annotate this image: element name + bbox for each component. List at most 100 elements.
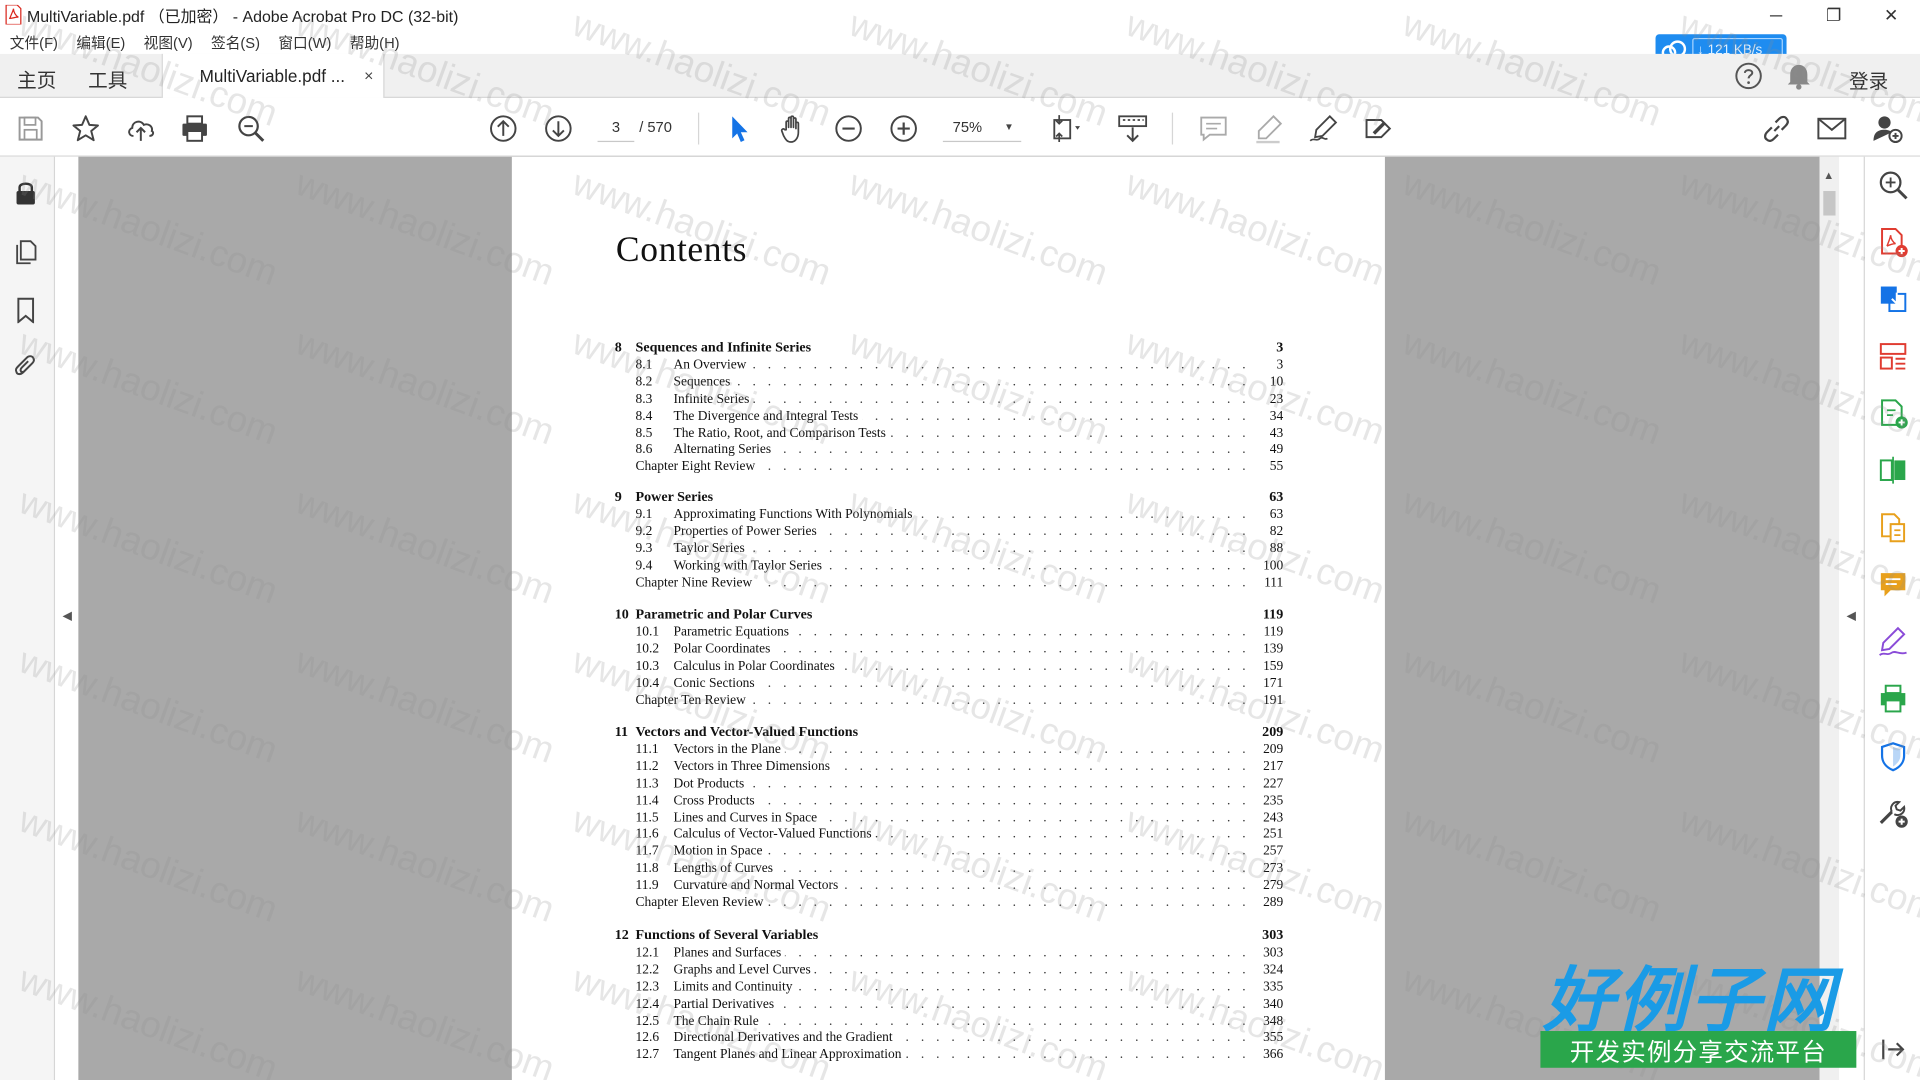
combine-files-icon[interactable]: [1877, 512, 1909, 544]
print-icon[interactable]: [179, 113, 211, 145]
more-tools-icon[interactable]: [1877, 797, 1909, 829]
toc-section-row[interactable]: . . . . . . . . . . . . . . . . . . . . …: [615, 374, 1284, 392]
zoom-in-icon[interactable]: [888, 113, 920, 145]
toc-section-row[interactable]: . . . . . . . . . . . . . . . . . . . . …: [615, 658, 1284, 676]
toc-section-row[interactable]: . . . . . . . . . . . . . . . . . . . . …: [615, 810, 1284, 827]
export-pdf-icon[interactable]: [1877, 283, 1909, 315]
fit-page-icon[interactable]: [1049, 113, 1081, 145]
menu-sign[interactable]: 签名(S): [211, 31, 260, 52]
minimize-button[interactable]: ─: [1747, 0, 1805, 29]
toc-section-row[interactable]: . . . . . . . . . . . . . . . . . . . . …: [615, 1047, 1284, 1064]
login-link[interactable]: 登录: [1849, 65, 1888, 94]
left-panel-toggle[interactable]: ◀: [55, 156, 79, 1080]
toc-section-row[interactable]: . . . . . . . . . . . . . . . . . . . . …: [615, 827, 1284, 844]
sign-pen-icon[interactable]: [1308, 113, 1340, 145]
comment-icon[interactable]: [1198, 113, 1230, 145]
next-page-icon[interactable]: [542, 113, 574, 145]
right-panel-toggle[interactable]: ◀: [1839, 156, 1864, 1080]
comment-tool-icon[interactable]: [1877, 569, 1909, 601]
toc-section-row[interactable]: . . . . . . . . . . . . . . . . . . . . …: [615, 776, 1284, 793]
scroll-mode-icon[interactable]: [1117, 113, 1149, 145]
toc-review-row[interactable]: . . . . . . . . . . . . . . . . . . . . …: [615, 459, 1284, 477]
menu-file[interactable]: 文件(F): [10, 31, 58, 52]
document-viewport[interactable]: Contents 8 Sequences and Infinite Series 3…: [78, 156, 1820, 1080]
toc-section-row[interactable]: . . . . . . . . . . . . . . . . . . . . …: [615, 641, 1284, 659]
add-user-icon[interactable]: [1871, 113, 1903, 145]
toc-section-row[interactable]: . . . . . . . . . . . . . . . . . . . . …: [615, 742, 1284, 759]
toc-section-row[interactable]: . . . . . . . . . . . . . . . . . . . . …: [615, 1030, 1284, 1047]
toc-section-row[interactable]: . . . . . . . . . . . . . . . . . . . . …: [615, 557, 1284, 575]
protect-shield-icon[interactable]: [1877, 741, 1909, 773]
create-pdf-icon[interactable]: [1877, 227, 1909, 259]
toc-chapter-heading[interactable]: 10 Parametric and Polar Curves 119: [615, 607, 1284, 624]
tab-document[interactable]: MultiVariable.pdf ... ×: [161, 53, 385, 98]
toc-chapter-heading[interactable]: 11 Vectors and Vector-Valued Functions 209: [615, 725, 1284, 742]
toc-review-row[interactable]: . . . . . . . . . . . . . . . . . . . . …: [615, 574, 1284, 592]
attachments-paperclip-icon[interactable]: [12, 353, 39, 380]
toc-section-row[interactable]: . . . . . . . . . . . . . . . . . . . . …: [615, 861, 1284, 878]
tab-tools[interactable]: 工具: [88, 64, 127, 93]
hand-tool-icon[interactable]: [778, 113, 810, 145]
toc-section-row[interactable]: . . . . . . . . . . . . . . . . . . . . …: [615, 844, 1284, 861]
edit-pdf-icon[interactable]: [1877, 398, 1909, 430]
tab-home[interactable]: 主页: [17, 64, 56, 93]
toc-section-row[interactable]: . . . . . . . . . . . . . . . . . . . . …: [615, 523, 1284, 541]
collapse-panel-icon[interactable]: [1877, 1033, 1909, 1065]
toc-section-row[interactable]: . . . . . . . . . . . . . . . . . . . . …: [615, 996, 1284, 1013]
menu-edit[interactable]: 编辑(E): [76, 31, 125, 52]
bookmarks-icon[interactable]: [12, 296, 39, 325]
toc-section-row[interactable]: . . . . . . . . . . . . . . . . . . . . …: [615, 624, 1284, 641]
page-number-input[interactable]: [597, 112, 635, 143]
close-tab-icon[interactable]: ×: [364, 66, 373, 84]
toc-section-row[interactable]: . . . . . . . . . . . . . . . . . . . . …: [615, 442, 1284, 460]
toc-chapter-heading[interactable]: 12 Functions of Several Variables 303: [615, 928, 1284, 945]
organize-pages-icon[interactable]: [1877, 340, 1909, 372]
toc-section-row[interactable]: . . . . . . . . . . . . . . . . . . . . …: [615, 675, 1284, 693]
toc-chapter-heading[interactable]: 8 Sequences and Infinite Series 3: [615, 340, 1284, 357]
previous-page-icon[interactable]: [487, 113, 519, 145]
toc-section-row[interactable]: . . . . . . . . . . . . . . . . . . . . …: [615, 540, 1284, 558]
toc-section-row[interactable]: . . . . . . . . . . . . . . . . . . . . …: [615, 506, 1284, 524]
vertical-scrollbar[interactable]: ▲: [1819, 156, 1840, 1080]
restore-button[interactable]: ❐: [1805, 0, 1863, 29]
compare-files-icon[interactable]: [1877, 454, 1909, 486]
menu-view[interactable]: 视图(V): [144, 31, 193, 52]
toc-section-row[interactable]: . . . . . . . . . . . . . . . . . . . . …: [615, 979, 1284, 996]
lock-icon[interactable]: [12, 179, 39, 206]
email-icon[interactable]: [1816, 113, 1848, 145]
search-zoom-icon[interactable]: [235, 113, 267, 145]
toc-section-row[interactable]: . . . . . . . . . . . . . . . . . . . . …: [615, 945, 1284, 962]
toc-section-row[interactable]: . . . . . . . . . . . . . . . . . . . . …: [615, 878, 1284, 895]
zoom-level-select[interactable]: 75% ▼: [942, 113, 1022, 143]
scroll-up-arrow-icon[interactable]: ▲: [1823, 169, 1834, 181]
menu-help[interactable]: 帮助(H): [350, 31, 400, 52]
cloud-upload-icon[interactable]: [125, 113, 157, 145]
toc-review-row[interactable]: . . . . . . . . . . . . . . . . . . . . …: [615, 692, 1284, 710]
save-icon[interactable]: [15, 113, 47, 145]
print-production-icon[interactable]: [1877, 683, 1909, 715]
bookmark-star-icon[interactable]: [70, 113, 102, 145]
notification-bell-icon[interactable]: [1785, 61, 1812, 97]
toc-section-row[interactable]: . . . . . . . . . . . . . . . . . . . . …: [615, 391, 1284, 409]
toc-section-row[interactable]: . . . . . . . . . . . . . . . . . . . . …: [615, 1013, 1284, 1030]
close-window-button[interactable]: ✕: [1862, 0, 1920, 29]
send-sign-icon[interactable]: [1363, 113, 1395, 145]
page-thumbnails-icon[interactable]: [12, 238, 39, 265]
fill-sign-icon[interactable]: [1877, 626, 1909, 658]
toc-review-row[interactable]: . . . . . . . . . . . . . . . . . . . . …: [615, 895, 1284, 912]
toc-section-row[interactable]: . . . . . . . . . . . . . . . . . . . . …: [615, 962, 1284, 979]
scrollbar-thumb[interactable]: [1823, 191, 1836, 216]
zoom-out-icon[interactable]: [833, 113, 865, 145]
toc-section-row[interactable]: . . . . . . . . . . . . . . . . . . . . …: [615, 357, 1284, 375]
search-icon[interactable]: [1877, 169, 1909, 201]
highlight-pen-icon[interactable]: [1253, 113, 1285, 145]
select-cursor-icon[interactable]: [722, 113, 754, 145]
menu-window[interactable]: 窗口(W): [278, 31, 331, 52]
toc-chapter-heading[interactable]: 9 Power Series 63: [615, 490, 1284, 507]
help-icon[interactable]: [1734, 61, 1763, 97]
toc-section-row[interactable]: . . . . . . . . . . . . . . . . . . . . …: [615, 408, 1284, 426]
toc-section-row[interactable]: . . . . . . . . . . . . . . . . . . . . …: [615, 759, 1284, 776]
toc-section-row[interactable]: . . . . . . . . . . . . . . . . . . . . …: [615, 425, 1284, 443]
toc-section-row[interactable]: . . . . . . . . . . . . . . . . . . . . …: [615, 793, 1284, 810]
share-link-icon[interactable]: [1761, 113, 1793, 145]
